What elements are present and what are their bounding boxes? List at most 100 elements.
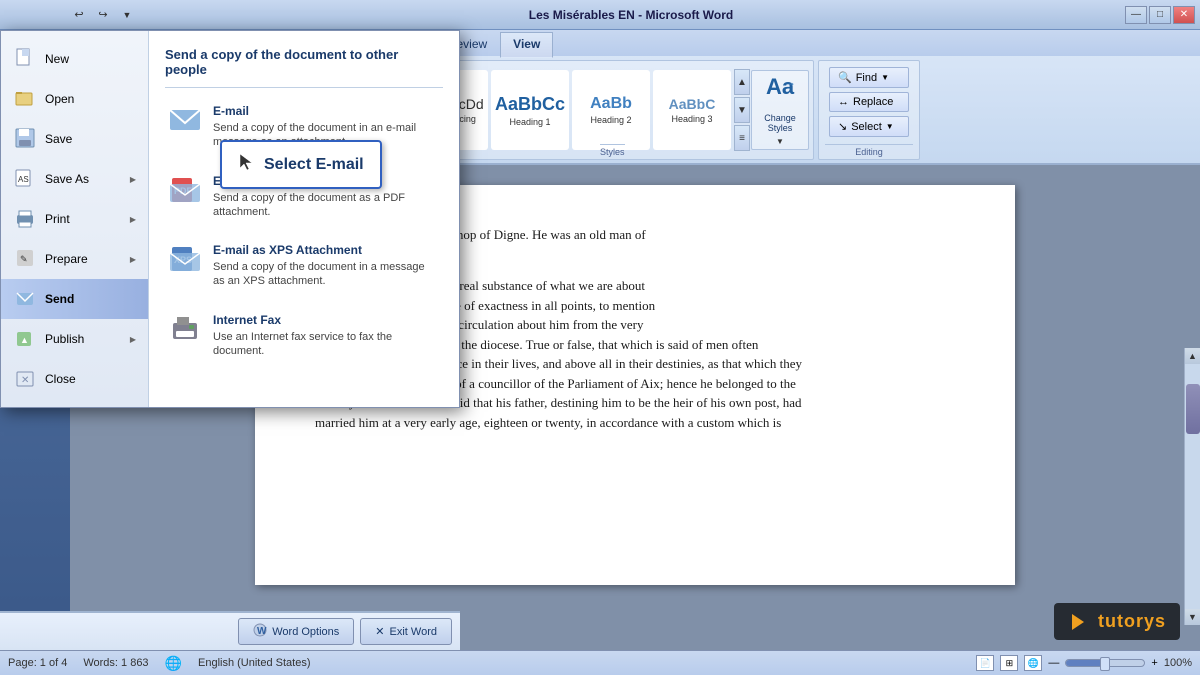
replace-label: Replace — [853, 96, 893, 108]
find-arrow: ▼ — [881, 73, 889, 82]
save-as-arrow: ▶ — [130, 175, 136, 184]
menu-item-publish[interactable]: ▲ Publish ▶ — [1, 319, 148, 359]
menu-item-send[interactable]: Send — [1, 279, 148, 319]
scroll-up-button[interactable]: ▲ — [1185, 348, 1200, 364]
publish-arrow: ▶ — [130, 335, 136, 344]
menu-item-open[interactable]: Open — [1, 79, 148, 119]
status-right: 📄 ⊞ 🌐 — + 100% — [976, 655, 1192, 671]
email-pdf-desc: Send a copy of the document as a PDF att… — [213, 191, 439, 220]
h3-preview: AaBbC — [669, 96, 716, 112]
view-web-button[interactable]: 🌐 — [1024, 655, 1042, 671]
email-title: E-mail — [213, 104, 439, 118]
view-print-button[interactable]: 📄 — [976, 655, 994, 671]
fax-title: Internet Fax — [213, 313, 439, 327]
print-icon — [13, 207, 37, 231]
redo-button[interactable]: ↪ — [93, 5, 113, 25]
scroll-down-button[interactable]: ▼ — [1185, 609, 1200, 625]
menu-item-close[interactable]: ✕ Close — [1, 359, 148, 399]
svg-text:✕: ✕ — [21, 375, 29, 386]
cursor-icon — [238, 152, 256, 177]
zoom-minus-button[interactable]: — — [1048, 657, 1059, 669]
change-styles-button[interactable]: Aa → ChangeStyles ▼ — [751, 70, 809, 150]
style-heading2[interactable]: AaBb Heading 2 — [572, 70, 650, 150]
exit-word-button[interactable]: ✕ Exit Word — [360, 618, 452, 645]
styles-scroll-up[interactable]: ▲ — [734, 69, 750, 95]
save-as-icon: AS — [13, 167, 37, 191]
h1-label: Heading 1 — [509, 117, 550, 127]
office-menu: New Open Save AS Save As ▶ Print — [0, 30, 460, 408]
svg-text:▲: ▲ — [20, 335, 29, 345]
fax-desc: Use an Internet fax service to fax the d… — [213, 330, 439, 359]
close-button[interactable]: ✕ — [1173, 6, 1195, 24]
maximize-button[interactable]: □ — [1149, 6, 1171, 24]
styles-scroll-down[interactable]: ▼ — [734, 97, 750, 123]
print-arrow: ▶ — [130, 215, 136, 224]
svg-text:AS: AS — [18, 175, 29, 184]
word-options-icon: W — [253, 623, 267, 640]
tab-view[interactable]: View — [500, 32, 553, 58]
minimize-button[interactable]: — — [1125, 6, 1147, 24]
menu-print-label: Print — [45, 212, 70, 226]
zoom-plus-button[interactable]: + — [1151, 657, 1157, 669]
email-icon — [169, 104, 201, 136]
undo-button[interactable]: ↩ — [69, 5, 89, 25]
style-heading3[interactable]: AaBbC Heading 3 — [653, 70, 731, 150]
office-menu-left: New Open Save AS Save As ▶ Print — [1, 31, 149, 407]
exit-word-label: Exit Word — [390, 626, 437, 638]
replace-icon: ↔ — [838, 96, 849, 108]
window-controls: — □ ✕ — [1125, 6, 1195, 24]
find-icon: 🔍 — [838, 71, 852, 84]
select-button[interactable]: ↘ Select ▼ — [829, 116, 909, 137]
publish-icon: ▲ — [13, 327, 37, 351]
view-full-button[interactable]: ⊞ — [1000, 655, 1018, 671]
doc-text-2h: married him at a very early age, eightee… — [315, 415, 781, 430]
language-icon: 🌐 — [165, 655, 182, 672]
select-icon: ↘ — [838, 120, 847, 133]
prepare-arrow: ▶ — [130, 255, 136, 264]
menu-close-icon: ✕ — [13, 367, 37, 391]
select-email-label: Select E-mail — [264, 156, 364, 174]
word-options-button[interactable]: W Word Options — [238, 618, 354, 645]
save-icon — [13, 127, 37, 151]
tutorys-text: tutorys — [1098, 611, 1166, 631]
menu-open-label: Open — [45, 92, 74, 106]
style-heading1[interactable]: AaBbCc Heading 1 — [491, 70, 569, 150]
styles-scroll-more[interactable]: ≡ — [734, 125, 750, 151]
h2-preview: AaBb — [590, 95, 632, 113]
menu-send-label: Send — [45, 292, 74, 306]
exit-word-icon: ✕ — [375, 625, 384, 638]
page-status: Page: 1 of 4 — [8, 657, 67, 669]
office-menu-right: Send a copy of the document to other peo… — [149, 31, 459, 407]
styles-group-label: Styles — [600, 144, 625, 157]
change-styles-icon: Aa → — [764, 74, 796, 109]
menu-publish-label: Publish — [45, 332, 84, 346]
h3-label: Heading 3 — [671, 114, 712, 124]
svg-text:✎: ✎ — [20, 254, 28, 264]
email-xps-icon: XPS — [169, 243, 201, 275]
window-title: Les Misérables EN - Microsoft Word — [529, 8, 734, 22]
send-icon — [13, 287, 37, 311]
find-button[interactable]: 🔍 Find ▼ — [829, 67, 909, 88]
send-option-fax[interactable]: Internet Fax Use an Internet fax service… — [165, 309, 443, 363]
status-bar: Page: 1 of 4 Words: 1 863 🌐 English (Uni… — [0, 650, 1200, 675]
menu-item-new[interactable]: New — [1, 39, 148, 79]
menu-prepare-label: Prepare — [45, 252, 88, 266]
title-bar: ↩ ↪ ▼ Les Misérables EN - Microsoft Word… — [0, 0, 1200, 30]
send-option-email-xps[interactable]: XPS E-mail as XPS Attachment Send a copy… — [165, 239, 443, 293]
office-menu-bottom-bar: W Word Options ✕ Exit Word — [0, 611, 460, 650]
menu-item-save[interactable]: Save — [1, 119, 148, 159]
open-icon — [13, 87, 37, 111]
zoom-slider[interactable] — [1065, 659, 1145, 667]
scroll-thumb[interactable] — [1186, 384, 1200, 434]
email-pdf-icon: PDF — [169, 174, 201, 206]
menu-item-print[interactable]: Print ▶ — [1, 199, 148, 239]
email-xps-desc: Send a copy of the document in a message… — [213, 260, 439, 289]
tutorys-logo: tutorys — [1054, 603, 1180, 640]
menu-item-prepare[interactable]: ✎ Prepare ▶ — [1, 239, 148, 279]
replace-button[interactable]: ↔ Replace — [829, 92, 909, 112]
select-label: Select — [851, 121, 882, 133]
zoom-handle[interactable] — [1100, 657, 1110, 671]
qa-dropdown-button[interactable]: ▼ — [117, 5, 137, 25]
menu-item-save-as[interactable]: AS Save As ▶ — [1, 159, 148, 199]
words-status: Words: 1 863 — [83, 657, 148, 669]
